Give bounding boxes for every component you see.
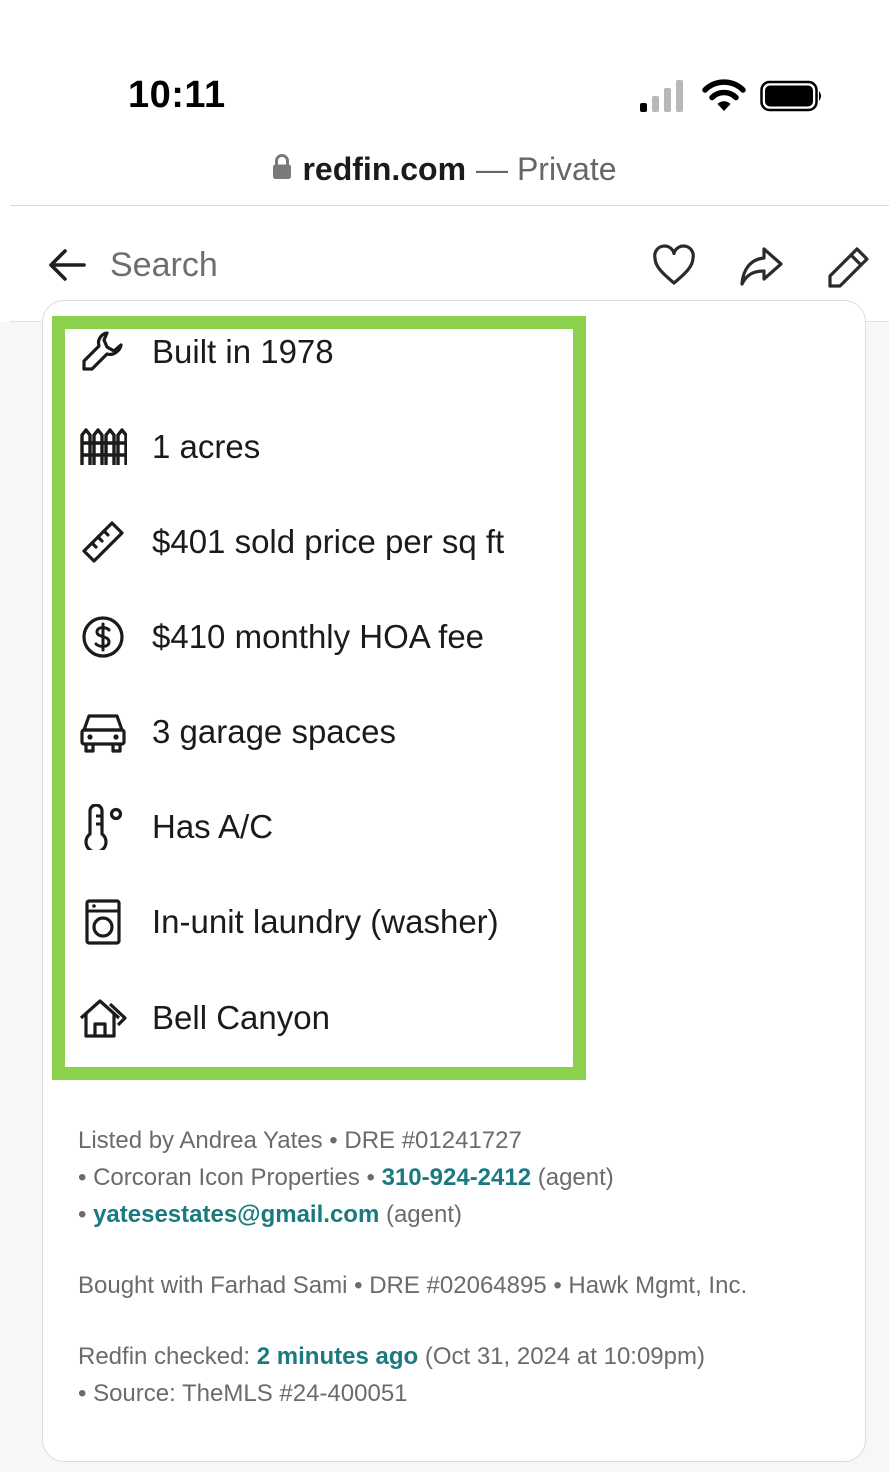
- listing-info: Listed by Andrea Yates • DRE #01241727 •…: [78, 1122, 858, 1412]
- checked-label: Redfin checked:: [78, 1343, 257, 1370]
- status-icons: [640, 78, 824, 118]
- heart-icon[interactable]: [652, 244, 696, 288]
- agent-email-link[interactable]: yatesestates@gmail.com: [93, 1201, 379, 1228]
- pencil-icon[interactable]: [826, 244, 872, 290]
- url-domain: redfin.com: [302, 150, 467, 187]
- agent-phone-link[interactable]: 310-924-2412: [382, 1164, 531, 1191]
- listed-by: Listed by Andrea Yates • DRE #01241727: [78, 1127, 522, 1154]
- search-input[interactable]: Search: [110, 246, 218, 285]
- email-line: • yatesestates@gmail.com (agent): [78, 1196, 858, 1233]
- highlight-box: [52, 316, 586, 1080]
- brokerage-line: • Corcoran Icon Properties • 310-924-241…: [78, 1159, 858, 1196]
- agent-phone-tag: (agent): [531, 1164, 614, 1191]
- bought-with: Bought with Farhad Sami • DRE #02064895 …: [78, 1272, 748, 1299]
- checked-absolute-time: (Oct 31, 2024 at 10:09pm): [418, 1343, 705, 1370]
- wifi-icon: [702, 78, 746, 118]
- url-private-label: — Private: [476, 150, 617, 187]
- arrow-left-icon[interactable]: [46, 244, 88, 286]
- checked-relative-time: 2 minutes ago: [256, 1343, 419, 1370]
- email-bullet: •: [78, 1201, 94, 1228]
- url-bar[interactable]: redfin.com — Private: [0, 140, 889, 198]
- listing-source: • Source: TheMLS #24-400051: [78, 1380, 408, 1407]
- lock-icon: [272, 153, 292, 185]
- share-icon[interactable]: [738, 244, 784, 290]
- status-bar: 10:11: [0, 0, 889, 140]
- brokerage-name: • Corcoran Icon Properties •: [78, 1164, 382, 1191]
- cellular-signal-icon: [640, 79, 688, 118]
- redfin-checked-line: Redfin checked: 2 minutes ago (Oct 31, 2…: [78, 1338, 858, 1375]
- battery-icon: [760, 80, 824, 117]
- agent-email-tag: (agent): [379, 1201, 463, 1228]
- status-time: 10:11: [128, 74, 226, 116]
